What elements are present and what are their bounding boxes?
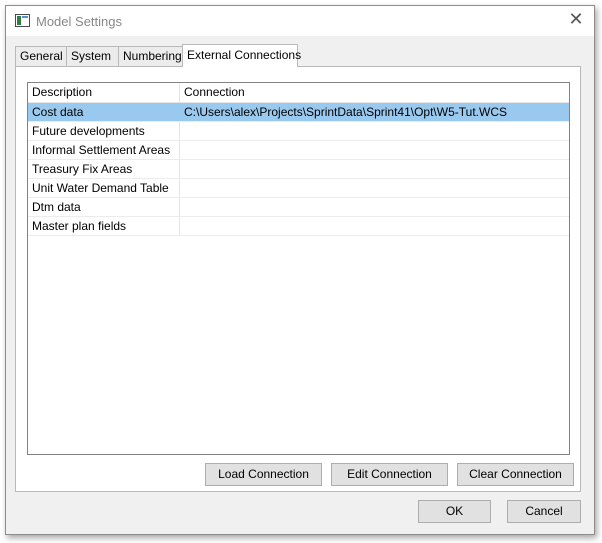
- connections-grid: Description Connection Cost data C:\User…: [27, 82, 570, 455]
- row-description: Dtm data: [28, 198, 180, 216]
- app-icon: [15, 14, 30, 27]
- row-connection: [180, 122, 569, 140]
- tab-numbering[interactable]: Numbering: [118, 46, 187, 66]
- row-description: Future developments: [28, 122, 180, 140]
- row-description: Master plan fields: [28, 217, 180, 235]
- tab-general[interactable]: General: [15, 46, 68, 66]
- cancel-button[interactable]: Cancel: [507, 500, 581, 523]
- edit-connection-button[interactable]: Edit Connection: [331, 463, 448, 486]
- grid-header: Description Connection: [28, 83, 569, 103]
- window-title: Model Settings: [36, 14, 122, 29]
- tab-panel-external-connections: Description Connection Cost data C:\User…: [15, 66, 581, 492]
- table-row[interactable]: Master plan fields: [28, 217, 569, 236]
- clear-connection-button[interactable]: Clear Connection: [457, 463, 574, 486]
- table-row[interactable]: Future developments: [28, 122, 569, 141]
- column-header-connection[interactable]: Connection: [180, 83, 569, 102]
- table-row[interactable]: Informal Settlement Areas: [28, 141, 569, 160]
- row-connection: [180, 198, 569, 216]
- ok-button[interactable]: OK: [418, 500, 491, 523]
- row-connection: [180, 217, 569, 235]
- title-bar: Model Settings ✕: [6, 6, 594, 36]
- table-row[interactable]: Unit Water Demand Table: [28, 179, 569, 198]
- row-description: Unit Water Demand Table: [28, 179, 180, 197]
- row-description: Cost data: [28, 103, 180, 121]
- model-settings-dialog: Model Settings ✕ General System Numberin…: [5, 5, 595, 535]
- table-row[interactable]: Dtm data: [28, 198, 569, 217]
- row-connection: [180, 160, 569, 178]
- load-connection-button[interactable]: Load Connection: [205, 463, 322, 486]
- row-connection: [180, 179, 569, 197]
- column-header-description[interactable]: Description: [28, 83, 180, 102]
- table-row[interactable]: Cost data C:\Users\alex\Projects\SprintD…: [28, 103, 569, 122]
- row-description: Treasury Fix Areas: [28, 160, 180, 178]
- table-row[interactable]: Treasury Fix Areas: [28, 160, 569, 179]
- row-description: Informal Settlement Areas: [28, 141, 180, 159]
- tab-external-connections[interactable]: External Connections: [182, 44, 301, 67]
- tab-system[interactable]: System: [66, 46, 120, 66]
- close-icon[interactable]: ✕: [566, 10, 586, 30]
- row-connection: C:\Users\alex\Projects\SprintData\Sprint…: [184, 105, 507, 119]
- row-connection: [180, 141, 569, 159]
